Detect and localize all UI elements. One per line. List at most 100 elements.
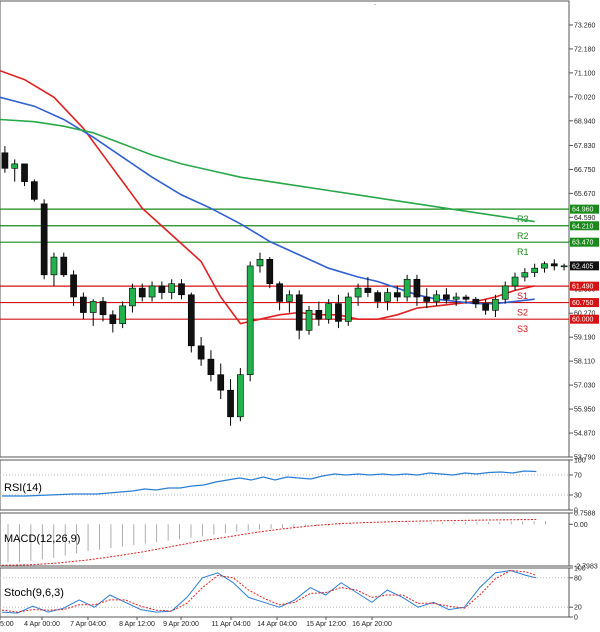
- y-tick-label: 20: [574, 605, 582, 612]
- y-tick-label: 68.940: [574, 118, 596, 125]
- chart-root: 73.260 72.180 71.100 70.020 68.940 67.830 66.7…: [0, 0, 600, 632]
- current-price-tag: 62.405: [570, 261, 599, 271]
- y-tick-label: 66.750: [574, 167, 596, 174]
- candle-body: [344, 296, 352, 322]
- candle-body: [227, 389, 234, 418]
- y-tick-label: 100: [574, 458, 586, 465]
- level-value-label: 63.470: [572, 240, 594, 247]
- x-tick-label: 15 Apr 12:00: [306, 621, 346, 628]
- candle: [246, 261, 254, 382]
- x-tick-label: 4 Apr 00:00: [24, 621, 60, 628]
- candle-body: [119, 305, 126, 324]
- y-tick-label: 67.830: [574, 143, 596, 150]
- candle-body: [403, 278, 411, 298]
- candle-body: [217, 374, 225, 391]
- y-tick-label: 0.00: [574, 522, 588, 529]
- level-name-label: R1: [517, 247, 529, 257]
- level-value-tag-s3: 60.000: [570, 314, 599, 324]
- y-tick-label: 70.020: [574, 94, 596, 101]
- candle-body: [433, 294, 440, 302]
- level-name-label: S2: [517, 308, 528, 318]
- candle-body: [1, 152, 9, 169]
- candle-body: [80, 296, 87, 313]
- candle-body: [21, 163, 28, 182]
- candle-body: [501, 285, 509, 300]
- candle: [30, 179, 38, 202]
- x-tick-label: 16 Apr 20:00: [352, 621, 392, 628]
- candle-body: [354, 287, 362, 298]
- y-tick-label: 65.670: [574, 191, 596, 198]
- y-tick-label: 71.100: [574, 70, 596, 77]
- candle-body: [237, 374, 244, 418]
- candle-body: [393, 292, 401, 298]
- candle-body: [423, 296, 431, 302]
- macd-title: MACD(12,26,9): [4, 533, 80, 545]
- level-value-tag-r3: 64.960: [570, 204, 599, 214]
- candle-body: [462, 296, 470, 300]
- candle-body: [531, 267, 539, 273]
- stoch-title: Stoch(9,6,3): [4, 587, 64, 599]
- x-tick-label: 14 Apr 04:00: [257, 621, 297, 628]
- candle-body: [70, 274, 77, 298]
- level-name-label: R2: [517, 231, 529, 241]
- candle-body: [148, 285, 156, 298]
- level-value-label: 64.960: [572, 207, 594, 214]
- y-tick-label: 100: [574, 566, 586, 573]
- candle-body: [541, 263, 548, 269]
- candle-body: [305, 310, 313, 331]
- y-tick-label: 0.7588: [574, 511, 596, 518]
- candle-body: [197, 345, 205, 360]
- candle-body: [521, 272, 529, 278]
- level-value-tag-r2: 64.210: [570, 221, 599, 231]
- candle: [237, 368, 244, 422]
- candle-body: [99, 301, 107, 316]
- candle-body: [482, 303, 489, 311]
- y-tick-label: 64.590: [574, 215, 596, 222]
- y-tick-label: 72.180: [574, 46, 596, 53]
- candle-body: [178, 283, 185, 296]
- candle-body: [276, 283, 283, 302]
- candle-body: [168, 283, 176, 293]
- y-tick-label: 70: [574, 473, 582, 480]
- x-tick-label: 8 Apr 12:00: [119, 621, 155, 628]
- candle-body: [50, 256, 58, 276]
- candle-body: [207, 358, 215, 375]
- y-tick-label: 59.190: [574, 335, 596, 342]
- current-price-label: 62.405: [572, 263, 594, 270]
- candle-body: [266, 258, 274, 284]
- rsi-title: RSI(14): [4, 482, 42, 494]
- candle-body: [40, 203, 48, 276]
- candle: [344, 292, 352, 326]
- y-tick-label: 73.260: [574, 22, 596, 29]
- x-tick-label: 9 Apr 20:00: [163, 621, 199, 628]
- candle-body: [335, 303, 342, 322]
- candle-body: [452, 296, 460, 300]
- candle: [305, 305, 313, 335]
- candle-body: [472, 298, 480, 304]
- candle: [40, 199, 48, 280]
- candle-body: [11, 163, 19, 169]
- candle-body: [89, 301, 97, 313]
- candle-body: [158, 285, 166, 293]
- level-value-tag-s2: 60.750: [570, 298, 599, 308]
- candle-body: [187, 294, 195, 347]
- candle-body: [256, 258, 264, 267]
- level-name-label: S3: [517, 324, 528, 334]
- y-tick-label: 58.110: [574, 359, 595, 366]
- y-tick-label: 0: [574, 615, 578, 622]
- y-tick-label: 80: [574, 575, 582, 582]
- candle-body: [246, 265, 254, 375]
- y-tick-label: 55.950: [574, 407, 596, 414]
- y-tick-label: 30: [574, 493, 582, 500]
- candle-body: [560, 265, 568, 268]
- level-value-label: 60.000: [572, 317, 594, 324]
- candle-body: [109, 314, 117, 324]
- level-value-label: 60.750: [572, 300, 594, 307]
- candle-body: [511, 276, 519, 287]
- candle-body: [550, 263, 558, 267]
- candle-body: [384, 292, 391, 302]
- candle-body: [413, 278, 421, 298]
- x-tick-label: 5:00: [0, 621, 14, 628]
- y-tick-label: 54.870: [574, 431, 596, 438]
- level-value-label: 64.210: [572, 223, 594, 230]
